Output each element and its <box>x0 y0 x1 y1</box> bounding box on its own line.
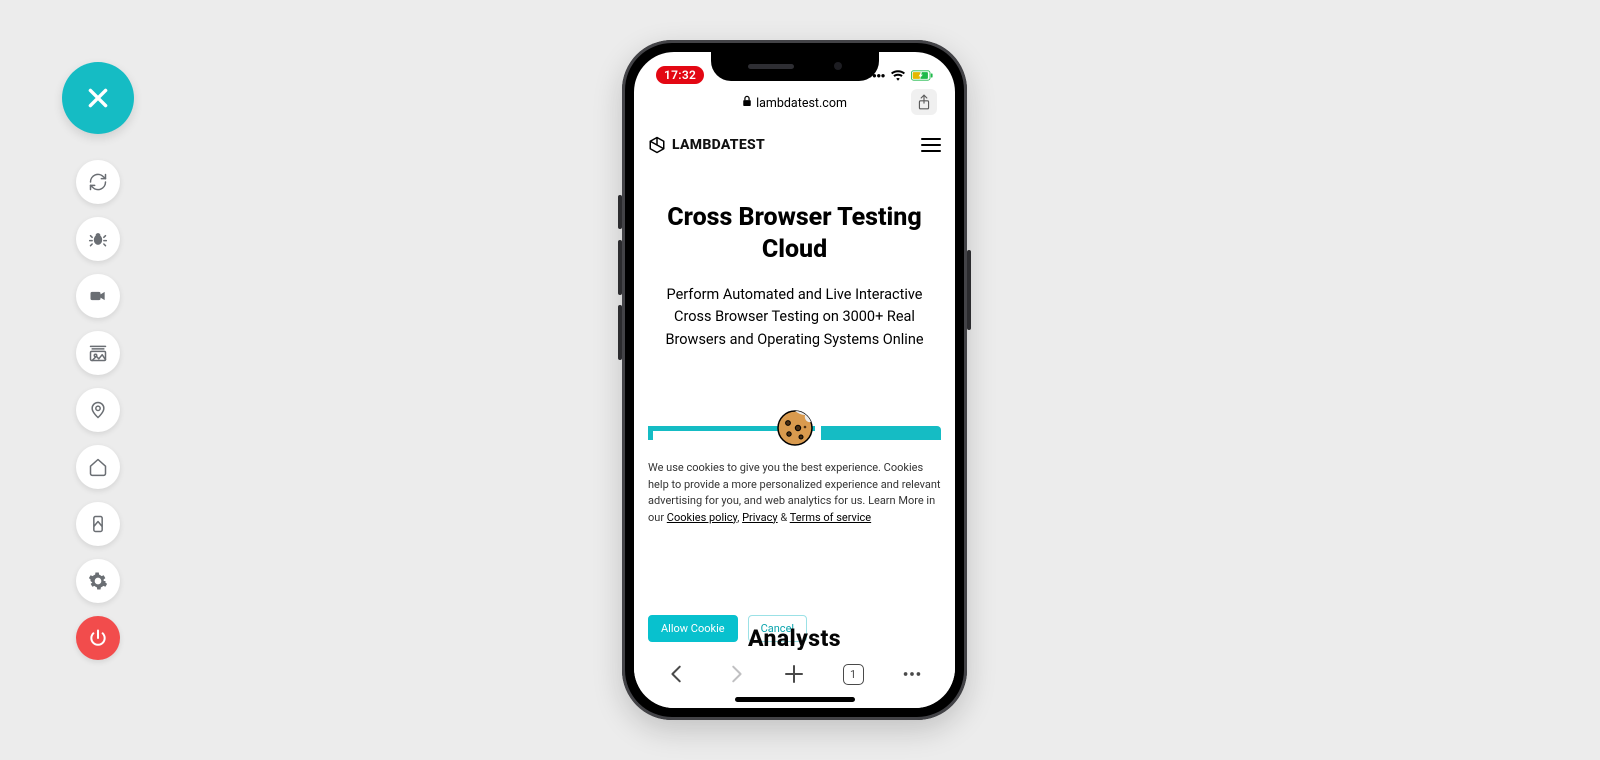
terms-link[interactable]: Terms of service <box>790 511 871 524</box>
session-tool-strip <box>62 62 134 660</box>
power-button[interactable] <box>76 616 120 660</box>
wifi-icon <box>891 70 905 81</box>
bug-button[interactable] <box>76 217 120 261</box>
hero-title: Cross Browser Testing Cloud <box>656 202 933 266</box>
front-camera <box>834 62 842 70</box>
screenshot-button[interactable] <box>76 331 120 375</box>
device-icon <box>88 514 108 534</box>
screenshot-icon <box>88 343 108 363</box>
home-indicator <box>735 697 855 702</box>
phone-notch <box>711 52 879 81</box>
hero-subtitle: Perform Automated and Live Interactive C… <box>656 284 933 351</box>
web-page: LAMBDATEST Cross Browser Testing Cloud P… <box>634 130 955 650</box>
refresh-icon <box>88 172 108 192</box>
video-icon <box>88 286 108 306</box>
phone-frame: 17:32 ●●●● lambdatest.com <box>622 40 967 720</box>
chevron-right-icon <box>725 663 747 685</box>
phone-side-button <box>967 250 971 330</box>
tabs-button[interactable]: 1 <box>836 657 870 691</box>
brand-logo[interactable]: LAMBDATEST <box>648 136 765 154</box>
device-button[interactable] <box>76 502 120 546</box>
home-icon <box>88 457 108 477</box>
plus-icon <box>782 662 806 686</box>
bug-icon <box>88 229 108 249</box>
new-tab-button[interactable] <box>777 657 811 691</box>
browser-bottom-bar: 1 <box>634 650 955 708</box>
more-button[interactable] <box>895 657 929 691</box>
gear-icon <box>88 571 108 591</box>
home-button[interactable] <box>76 445 120 489</box>
power-icon <box>88 628 108 648</box>
cookie-icon <box>775 407 815 447</box>
phone-screen: 17:32 ●●●● lambdatest.com <box>634 52 955 708</box>
phone-switch <box>618 195 622 229</box>
settings-button[interactable] <box>76 559 120 603</box>
cookies-policy-link[interactable]: Cookies policy <box>667 511 737 524</box>
hamburger-button[interactable] <box>921 138 941 152</box>
record-button[interactable] <box>76 274 120 318</box>
refresh-button[interactable] <box>76 160 120 204</box>
below-fold-text: Analysts <box>634 625 955 650</box>
tabs-count: 1 <box>843 664 864 685</box>
lock-icon <box>742 95 752 111</box>
url-host: lambdatest.com <box>756 96 847 111</box>
share-icon <box>917 94 931 110</box>
close-button[interactable] <box>62 62 134 134</box>
ellipsis-icon <box>901 663 923 685</box>
forward-button <box>719 657 753 691</box>
status-time: 17:32 <box>656 66 704 84</box>
cookie-banner: We use cookies to give you the best expe… <box>648 460 941 526</box>
browser-url-bar[interactable]: lambdatest.com <box>634 92 955 114</box>
location-button[interactable] <box>76 388 120 432</box>
battery-icon <box>911 70 933 81</box>
location-icon <box>88 400 108 420</box>
brand-name: LAMBDATEST <box>672 137 765 153</box>
phone-volume-up <box>618 240 622 295</box>
site-header: LAMBDATEST <box>634 130 955 158</box>
phone-volume-down <box>618 305 622 360</box>
lambdatest-logo-icon <box>648 136 666 154</box>
chevron-left-icon <box>666 663 688 685</box>
privacy-link[interactable]: Privacy <box>742 511 778 524</box>
speaker-grille <box>748 64 794 69</box>
x-icon <box>85 85 111 111</box>
share-button[interactable] <box>911 89 937 115</box>
hero: Cross Browser Testing Cloud Perform Auto… <box>634 158 955 351</box>
back-button[interactable] <box>660 657 694 691</box>
hamburger-icon <box>921 138 941 140</box>
